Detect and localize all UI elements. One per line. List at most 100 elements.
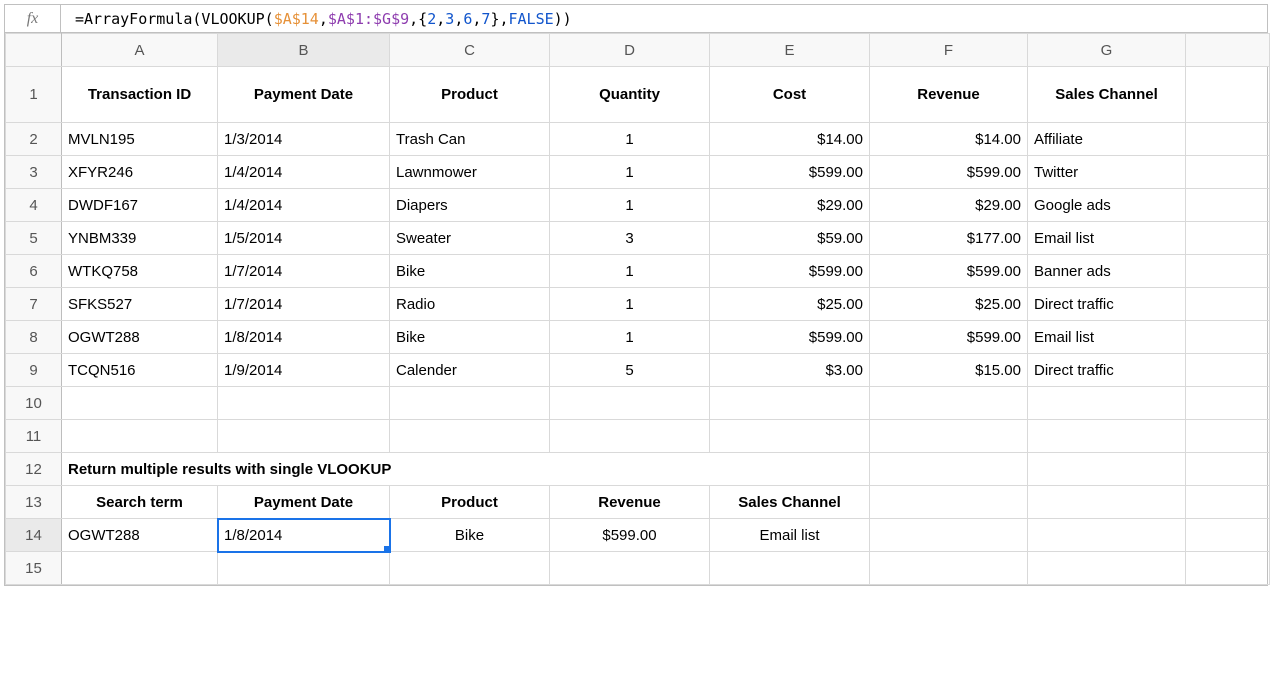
cell[interactable]: Sweater [390, 222, 550, 255]
cell[interactable]: Email list [710, 519, 870, 552]
cell[interactable]: $14.00 [870, 123, 1028, 156]
active-cell[interactable]: 1/8/2014 [218, 519, 390, 552]
cell[interactable] [1186, 519, 1270, 552]
cell[interactable]: Transaction ID [62, 67, 218, 123]
cell[interactable]: Sales Channel [710, 486, 870, 519]
column-header-g[interactable]: G [1028, 34, 1186, 67]
cell[interactable]: Lawnmower [390, 156, 550, 189]
column-header-d[interactable]: D [550, 34, 710, 67]
fx-icon[interactable]: fx [5, 5, 61, 32]
cell[interactable]: 1 [550, 321, 710, 354]
cell[interactable] [550, 387, 710, 420]
cell[interactable]: Bike [390, 255, 550, 288]
row-header-5[interactable]: 5 [6, 222, 62, 255]
cell[interactable]: $599.00 [710, 156, 870, 189]
cell[interactable] [1186, 552, 1270, 585]
cell[interactable] [1186, 486, 1270, 519]
row-header-6[interactable]: 6 [6, 255, 62, 288]
cell[interactable] [1186, 67, 1270, 123]
column-header-f[interactable]: F [870, 34, 1028, 67]
cell[interactable]: $599.00 [870, 156, 1028, 189]
cell[interactable]: $29.00 [710, 189, 870, 222]
row-header-7[interactable]: 7 [6, 288, 62, 321]
cell[interactable] [1028, 552, 1186, 585]
cell[interactable] [1186, 123, 1270, 156]
cell[interactable]: $599.00 [710, 255, 870, 288]
cell[interactable]: Diapers [390, 189, 550, 222]
cell[interactable]: $3.00 [710, 354, 870, 387]
cell[interactable] [550, 552, 710, 585]
column-header-extra[interactable] [1186, 34, 1270, 67]
cell[interactable]: Direct traffic [1028, 288, 1186, 321]
cell[interactable] [1186, 222, 1270, 255]
cell[interactable]: $25.00 [870, 288, 1028, 321]
row-header-15[interactable]: 15 [6, 552, 62, 585]
cell[interactable] [218, 552, 390, 585]
cell[interactable]: Direct traffic [1028, 354, 1186, 387]
cell[interactable] [218, 420, 390, 453]
cell[interactable]: DWDF167 [62, 189, 218, 222]
column-header-c[interactable]: C [390, 34, 550, 67]
row-header-2[interactable]: 2 [6, 123, 62, 156]
cell[interactable] [870, 519, 1028, 552]
cell[interactable]: YNBM339 [62, 222, 218, 255]
cell[interactable]: $25.00 [710, 288, 870, 321]
cell[interactable]: Cost [710, 67, 870, 123]
column-header-a[interactable]: A [62, 34, 218, 67]
cell[interactable]: $15.00 [870, 354, 1028, 387]
row-header-4[interactable]: 4 [6, 189, 62, 222]
column-header-b[interactable]: B [218, 34, 390, 67]
cell[interactable]: OGWT288 [62, 519, 218, 552]
cell[interactable] [1186, 354, 1270, 387]
cell[interactable]: $177.00 [870, 222, 1028, 255]
cell[interactable] [1028, 453, 1186, 486]
cell[interactable]: Quantity [550, 67, 710, 123]
row-header-3[interactable]: 3 [6, 156, 62, 189]
row-header-14[interactable]: 14 [6, 519, 62, 552]
cell[interactable]: Revenue [870, 67, 1028, 123]
row-header-9[interactable]: 9 [6, 354, 62, 387]
cell[interactable]: MVLN195 [62, 123, 218, 156]
cell[interactable]: Affiliate [1028, 123, 1186, 156]
cell[interactable] [710, 387, 870, 420]
cell[interactable]: XFYR246 [62, 156, 218, 189]
cell[interactable] [62, 420, 218, 453]
cell[interactable]: Email list [1028, 321, 1186, 354]
cell[interactable] [390, 420, 550, 453]
cell[interactable] [1028, 420, 1186, 453]
cell[interactable]: 1 [550, 156, 710, 189]
spreadsheet-grid[interactable]: A B C D E F G 1 Transaction ID Payment D… [5, 33, 1270, 585]
cell[interactable]: 1/4/2014 [218, 156, 390, 189]
cell[interactable]: 1 [550, 288, 710, 321]
cell[interactable]: Sales Channel [1028, 67, 1186, 123]
cell[interactable]: Revenue [550, 486, 710, 519]
cell[interactable] [870, 420, 1028, 453]
cell[interactable]: Payment Date [218, 486, 390, 519]
cell[interactable] [870, 552, 1028, 585]
cell[interactable] [1186, 189, 1270, 222]
cell[interactable]: 1 [550, 123, 710, 156]
cell[interactable] [710, 552, 870, 585]
cell[interactable]: Payment Date [218, 67, 390, 123]
cell[interactable] [1186, 255, 1270, 288]
cell[interactable]: Calender [390, 354, 550, 387]
cell[interactable] [62, 387, 218, 420]
cell[interactable]: 1 [550, 255, 710, 288]
cell[interactable] [550, 420, 710, 453]
cell[interactable]: $599.00 [550, 519, 710, 552]
cell[interactable]: Product [390, 67, 550, 123]
formula-input[interactable]: =ArrayFormula(VLOOKUP($A$14,$A$1:$G$9,{2… [61, 10, 1267, 28]
row-header-10[interactable]: 10 [6, 387, 62, 420]
cell[interactable]: 1/3/2014 [218, 123, 390, 156]
cell[interactable]: Bike [390, 519, 550, 552]
cell[interactable] [1186, 420, 1270, 453]
cell[interactable] [1028, 486, 1186, 519]
cell[interactable] [710, 453, 870, 486]
cell[interactable]: Twitter [1028, 156, 1186, 189]
cell[interactable]: OGWT288 [62, 321, 218, 354]
cell[interactable]: 1/5/2014 [218, 222, 390, 255]
cell[interactable] [1186, 288, 1270, 321]
cell[interactable] [870, 387, 1028, 420]
cell[interactable] [390, 387, 550, 420]
cell[interactable]: Banner ads [1028, 255, 1186, 288]
